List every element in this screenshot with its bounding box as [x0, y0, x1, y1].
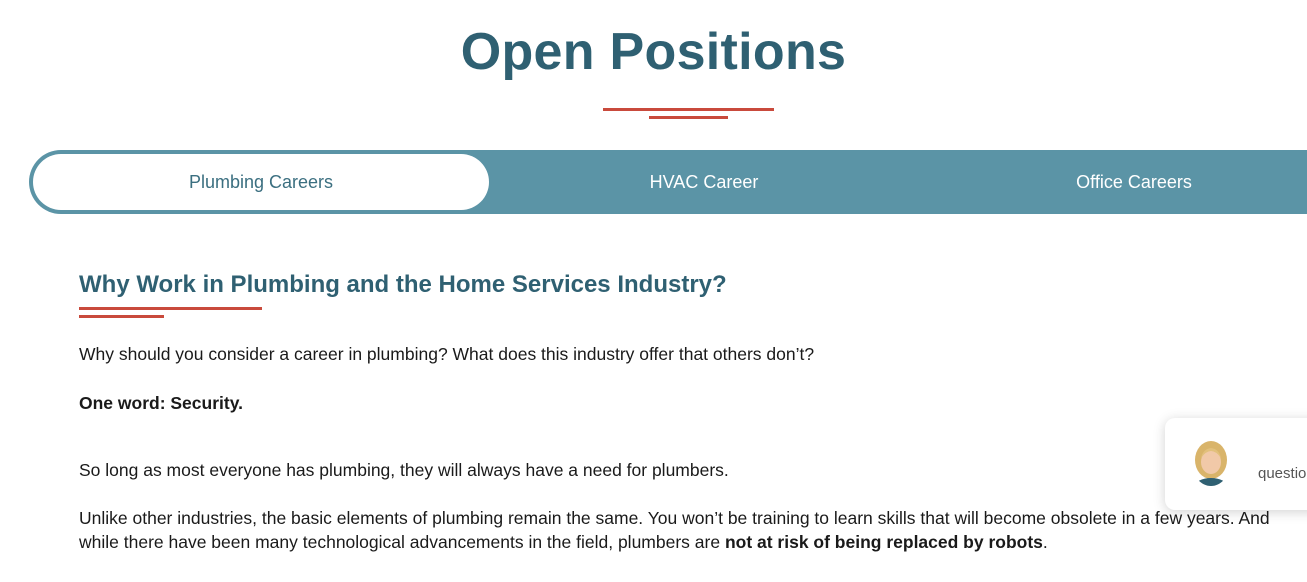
page-title: Open Positions [460, 23, 847, 81]
robots-paragraph: Unlike other industries, the basic eleme… [79, 506, 1294, 554]
title-underline-long [603, 108, 774, 111]
robots-paragraph-bold: not at risk of being replaced by robots [724, 532, 1043, 552]
robots-paragraph-end: . [1042, 532, 1048, 552]
chat-widget[interactable]: questio [1165, 418, 1307, 510]
need-paragraph: So long as most everyone has plumbing, t… [79, 460, 729, 480]
section-heading: Why Work in Plumbing and the Home Servic… [79, 271, 727, 298]
chat-agent-avatar [1192, 440, 1230, 486]
security-statement: One word: Security. [79, 391, 1294, 415]
heading-underline-long [79, 307, 262, 310]
tab-office-careers[interactable]: Office Careers [999, 150, 1269, 214]
tab-plumbing-careers[interactable]: Plumbing Careers [33, 154, 489, 210]
career-tabs: Plumbing Careers HVAC Career Office Care… [29, 150, 1307, 214]
heading-underline-short [79, 315, 164, 318]
chat-prompt-text: questio [1258, 465, 1307, 482]
robots-paragraph-text: Unlike other industries, the basic eleme… [79, 508, 1270, 552]
security-statement-text: One word: Security. [79, 393, 244, 413]
tab-hvac-career[interactable]: HVAC Career [569, 150, 839, 214]
title-underline-short [649, 116, 728, 119]
intro-paragraph: Why should you consider a career in plum… [79, 344, 815, 364]
